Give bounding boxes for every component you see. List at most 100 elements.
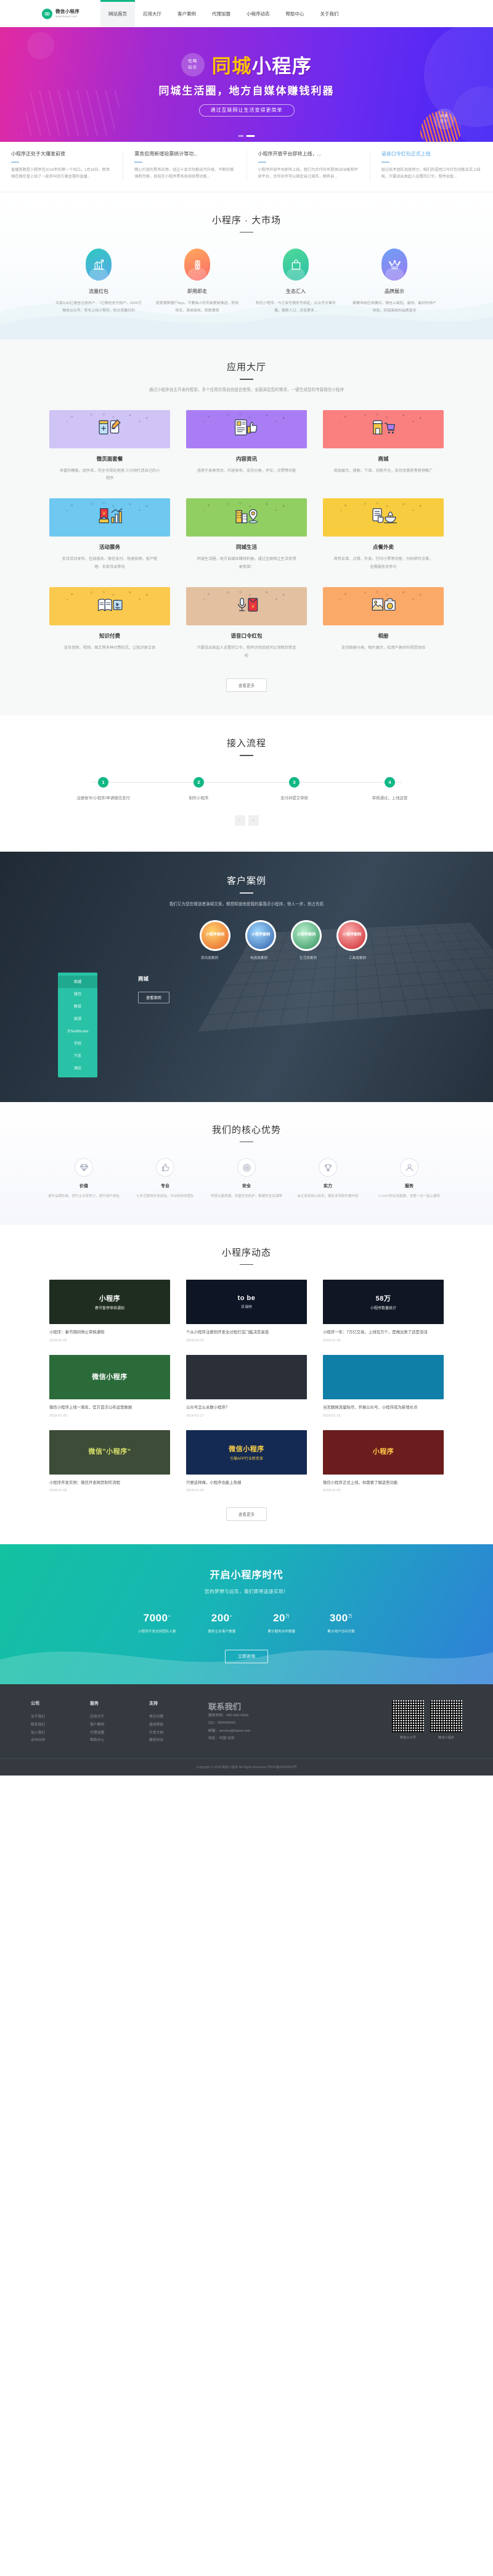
cases-title-rule (240, 892, 253, 894)
case-menu-item[interactable]: 酒店 (58, 1062, 97, 1074)
process-prev-button[interactable]: ‹ (234, 815, 245, 826)
market-feature[interactable]: 品牌展示 颠覆传统应用模式，微信上最轻、最快、最好的用户体验，实现高效的品牌宣传 (345, 249, 444, 315)
dynamics-card[interactable]: 微信"小程序" 小程序开发实例：微信开发网页制作流程 2018-01-09 (49, 1430, 170, 1492)
dynamics-thumb-sub: 引爆APP行业新变革 (229, 1457, 263, 1461)
footer-link[interactable]: 服务协议 (149, 1737, 208, 1745)
sparkle-icon: ◇ (227, 590, 230, 595)
cta-consult-button[interactable]: 立即咨询 (225, 1650, 268, 1664)
logo-title: 微信小程序 (55, 8, 79, 14)
case-menu-item[interactable]: 学校 (58, 1037, 97, 1050)
footer-link[interactable]: 代理加盟 (90, 1729, 149, 1737)
app-card-desc: 丰富的模板、组件库，完全可视化拖拽 三分钟打造自己的小程序 (59, 468, 160, 481)
app-card[interactable]: o ◇ ◇ o o ~ + ◇ 知识付费 支持音频、视频、图文等多种付费形式，让知识更立体 (49, 587, 170, 660)
sparkle-icon: ◇ (102, 590, 105, 594)
market-feature[interactable]: 流量红包 共享9.85亿微信注册用户，7亿微信支付用户，2000万微信公众号，率… (49, 249, 148, 315)
footer-link[interactable]: 客户案例 (90, 1721, 149, 1729)
process-next-button[interactable]: › (248, 815, 259, 826)
dynamics-card-thumb (186, 1355, 307, 1399)
hero-dot[interactable] (238, 135, 244, 137)
case-menu-item[interactable]: 餐饮 (58, 988, 97, 1000)
case-circle-label: 小程序案例 (202, 921, 229, 949)
case-menu-item[interactable]: 汽车 (58, 1050, 97, 1062)
cases-detail-title: 商城 (138, 975, 149, 982)
case-menu-item[interactable]: 旅游 (58, 1013, 97, 1025)
market-features: 流量红包 共享9.85亿微信注册用户，7亿微信支付用户，2000万微信公众号，率… (49, 249, 444, 315)
case-menu-item[interactable]: 大healthcare (58, 1025, 97, 1037)
app-card-desc: 只要说出发起人设置的口令，程序识别后就可以领取到赏金啦 (197, 646, 296, 658)
app-card[interactable]: o ◇ ◇ o o ~ + ◇ ¥ 语音口令红包 只要说出发起人设置的口令，程序识别后就可以领… (186, 587, 307, 660)
app-card-name: 相册 (378, 633, 389, 640)
news-strip-item[interactable]: 小程序开放平台即将上线，... 小程序开放平台即将上线，我们为合作伙伴提供OEM… (247, 150, 370, 181)
case-circle[interactable]: 小程序案例 (200, 920, 230, 951)
dynamics-card[interactable]: 小程序 微信小程序正式上线，你需要了解这些功能 2018-01-03 (323, 1430, 444, 1492)
app-card[interactable]: o ◇ ◇ o o ~ + ◇ 相册 支持相册分类，相片展示，给用户更好的视觉体验 (323, 587, 444, 660)
app-card[interactable]: o ◇ ◇ o o ~ + ◇ 内容资讯 适用于各类资讯、内容发布，支持分类、评论、点赞等功能 (186, 409, 307, 483)
footer-link[interactable]: 加入我们 (31, 1729, 90, 1737)
app-card-name: 活动票务 (99, 544, 120, 551)
app-card-thumb: o ◇ ◇ o o ~ + ◇ (186, 498, 307, 537)
app-card[interactable]: o ◇ ◇ o o ~ + ◇ 点餐外卖 具有买单、点餐、外卖、打印小票等功能，扫码即可点餐，… (323, 498, 444, 571)
app-card[interactable]: o ◇ ◇ o o ~ + ◇ ¥ 活动票务 支持活动发布、在线报名、微信支付、快速核销、客户… (49, 498, 170, 571)
target-icon (237, 1158, 256, 1177)
hero-carousel-dots[interactable] (238, 135, 255, 137)
sparkle-icon: ◇ (239, 501, 242, 505)
market-feature-name: 生态汇入 (286, 289, 306, 295)
nav-item-4[interactable]: 小程序动态 (238, 0, 278, 27)
footer-link[interactable]: 关于我们 (31, 1713, 90, 1721)
sparkle-icon: o (208, 592, 210, 596)
sparkle-icon: o (344, 415, 347, 419)
nav-item-5[interactable]: 帮助中心 (278, 0, 312, 27)
dynamics-card[interactable]: 当互联网流量殆尽，开展公众号、小程序成为新增长点 2018-01-15 (323, 1355, 444, 1418)
logo[interactable]: 微信小程序 www.baiud.com (42, 8, 79, 19)
app-card[interactable]: o ◇ ◇ o o ~ + ◇ 微页面套餐 丰富的模板、组件库，完全可视化拖拽 三分钟打造自己… (49, 409, 170, 483)
footer-link[interactable]: 使用帮助 (149, 1721, 208, 1729)
sparkle-icon: ◇ (90, 590, 93, 595)
hero-badge2-line2: 住行 (440, 120, 449, 123)
dynamics-card[interactable]: 微信小程序 引爆APP行业新变革 只要这样做，小程序也能上热搜 2018-01-… (186, 1430, 307, 1492)
dynamics-card-title: 当互联网流量殆尽，开展公众号、小程序成为新增长点 (323, 1405, 418, 1410)
news-strip-item[interactable]: 票务应用新增验票统计等功... 精心打造的票务应用，经过十余次功能迭代升级，不断… (123, 150, 247, 181)
news-strip-desc: 经过技术团队加班努力，咱们的语音口令红包功能正式上线啦，只要说出发起人设置的口令… (381, 167, 481, 179)
market-feature[interactable]: 即用即走 拒绝满屏僵尸App，不要恼人的安装更新推送，即用即走，简单高效，就是潇… (148, 249, 246, 315)
nav-item-2[interactable]: 客户案例 (169, 0, 204, 27)
case-menu-item[interactable]: 教育 (58, 1000, 97, 1013)
dynamics-card[interactable]: 微信小程序 微信小程序上线一周年，官方首次公布运营数据 2018-01-20 (49, 1355, 170, 1418)
news-strip-item[interactable]: 语音口令红包正式上线 经过技术团队加班努力，咱们的语音口令红包功能正式上线啦，只… (370, 150, 493, 181)
dynamics-card[interactable]: 公众号怎么关联小程序？ 2018-01-17 (186, 1355, 307, 1418)
dynamics-card[interactable]: 小程序 春节暂停审核通知 小程序：春节期间停止审核通知 2018-02-05 (49, 1280, 170, 1343)
case-circle[interactable]: 小程序案例 (291, 920, 322, 951)
dynamics-more-button[interactable]: 查看更多 (226, 1507, 267, 1521)
nav-item-6[interactable]: 关于我们 (312, 0, 347, 27)
app-card[interactable]: o ◇ ◇ o o ~ + ◇ 商城 商品展示，搜索，下单，功能齐全，支持优惠券等营销推广 (323, 409, 444, 483)
nav-item-3[interactable]: 代理加盟 (204, 0, 238, 27)
dynamics-thumb-text: 小程序 (372, 1448, 394, 1456)
case-circle[interactable]: 小程序案例 (336, 920, 367, 951)
footer-link[interactable]: 应用大厅 (90, 1713, 149, 1721)
nav-item-0[interactable]: 网站首页 (100, 0, 135, 27)
case-circle[interactable]: 小程序案例 (245, 920, 276, 951)
sparkle-icon: o (129, 591, 131, 595)
news-strip-item[interactable]: 小程序正处于大爆发前夜 直播答题是小程序在2018年的第一个风口。1月18日，新… (0, 150, 124, 181)
footer-link[interactable]: 帮助中心 (90, 1737, 149, 1745)
footer-link[interactable]: 开发文档 (149, 1729, 208, 1737)
news-strip-desc: 直播答题是小程序在2018年的第一个风口。1月18日，新世相在微信里上线了一款名… (11, 167, 110, 179)
sparkle-icon: + (275, 509, 277, 513)
case-menu-item[interactable]: 商城 (58, 975, 97, 988)
news-strip-desc: 精心打造的票务应用，经过十余次功能迭代升级，不断的增强和完善，目前在小程序票务系… (134, 167, 234, 179)
footer-link[interactable]: 合作伙伴 (31, 1737, 90, 1745)
dynamics-card[interactable]: to be 正当时 个从小程序注册到开发全过程打造门槛决定高低 2018-02-… (186, 1280, 307, 1343)
footer-link[interactable]: 联系我们 (31, 1721, 90, 1729)
nav-item-1[interactable]: 应用大厅 (135, 0, 169, 27)
cta-stat-number: 7000 (143, 1612, 168, 1624)
advantage-desc: 7×24小时在线客服，全程一对一贴心服务 (378, 1195, 441, 1199)
footer-link[interactable]: 常见问题 (149, 1713, 208, 1721)
dynamics-card[interactable]: 58万 小程序数量统计 小程序一年：7万亿交易，上线包万个，是做出来了还是泡沫 … (323, 1280, 444, 1343)
app-hall-more-button[interactable]: 查看更多 (226, 678, 267, 693)
cta-stat-label: 服务企业客户数量 (208, 1630, 236, 1634)
app-card[interactable]: o ◇ ◇ o o ~ + ◇ 同城生活 同城生活圈，地方自媒体赚钱利器，通过互联网让生活变得… (186, 498, 307, 571)
logo-icon (42, 8, 52, 19)
advantage-item: 专业 七年互联网开发经验，专业的技术团队 (124, 1158, 206, 1200)
cases-view-button[interactable]: 查看案例 (138, 991, 169, 1003)
market-feature[interactable]: 生态汇入 附近小程序，与订阅号服务号绑定，公众号文章传播，搜索入口，还有更多..… (246, 249, 345, 315)
hero-dot-active[interactable] (246, 135, 255, 137)
